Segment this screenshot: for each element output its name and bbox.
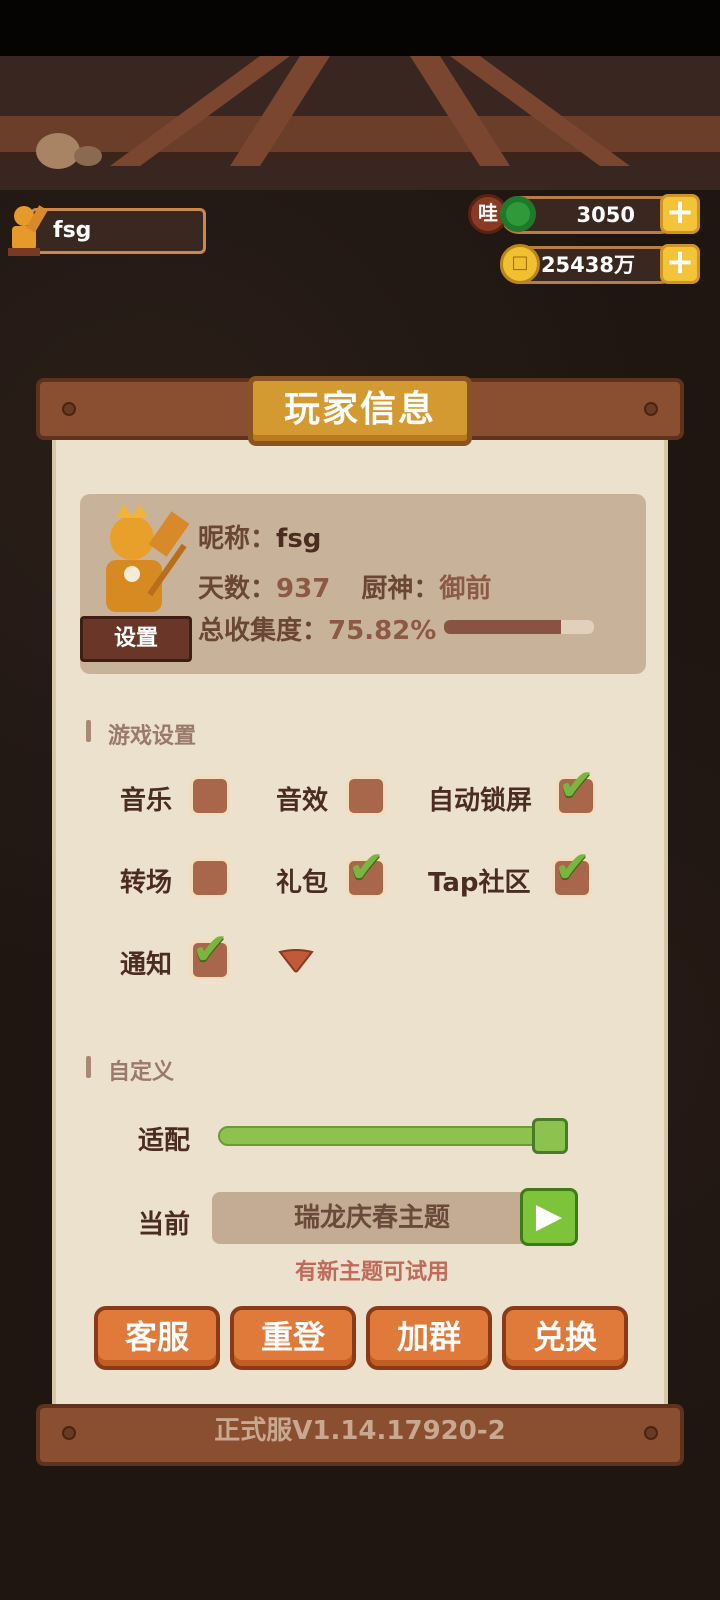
- redeem-button[interactable]: 兑换: [502, 1306, 628, 1370]
- option-label: Tap社区: [428, 868, 531, 898]
- section-marker: [86, 1056, 91, 1078]
- nickname-label: 昵称：: [198, 524, 277, 554]
- checkmark-icon: ✔: [348, 842, 385, 893]
- settings-button[interactable]: 设置: [80, 616, 192, 662]
- roof-rafters: [0, 56, 720, 190]
- expand-arrow-icon[interactable]: [278, 948, 314, 974]
- theme-next-button[interactable]: ▶: [520, 1188, 578, 1246]
- days-label: 天数：: [198, 574, 277, 604]
- chef-label: 厨神：: [361, 574, 440, 604]
- bolt-icon: [644, 402, 658, 416]
- option-label: 转场: [120, 868, 173, 898]
- bolt-icon: [62, 402, 76, 416]
- add-coin-button[interactable]: +: [660, 244, 700, 284]
- customer-service-button[interactable]: 客服: [94, 1306, 220, 1370]
- play-icon: ▶: [535, 1196, 563, 1236]
- option-label: 自动锁屏: [428, 786, 533, 816]
- plus-icon: +: [665, 242, 695, 282]
- section-marker: [86, 720, 91, 742]
- collection-label: 总收集度：: [198, 616, 329, 646]
- current-theme-label: 当前: [138, 1210, 191, 1240]
- plus-icon: +: [665, 192, 695, 232]
- player-name: fsg: [53, 218, 92, 243]
- collection-progress-fill: [444, 620, 561, 634]
- add-jade-button[interactable]: +: [660, 194, 700, 234]
- option-checkbox[interactable]: [346, 776, 386, 816]
- nickname-value: fsg: [276, 524, 322, 554]
- join-group-button[interactable]: 加群: [366, 1306, 492, 1370]
- option-checkbox[interactable]: [190, 858, 230, 898]
- custom-title: 自定义: [108, 1060, 175, 1085]
- option-label: 通知: [120, 950, 173, 980]
- fit-slider-handle[interactable]: [532, 1118, 568, 1154]
- checkmark-icon: ✔: [554, 842, 591, 893]
- option-label: 音效: [276, 786, 329, 816]
- settings-label: 设置: [113, 626, 158, 651]
- collection-row: 总收集度：75.82%: [198, 610, 436, 647]
- relogin-button[interactable]: 重登: [230, 1306, 356, 1370]
- jade-amount: 3050: [576, 203, 635, 227]
- fit-slider[interactable]: [218, 1126, 564, 1146]
- player-avatar-icon[interactable]: [4, 200, 48, 256]
- chef-statue-avatar-icon: [106, 504, 190, 612]
- collection-value: 75.82%: [328, 616, 437, 646]
- gold-coin-icon: □: [500, 244, 540, 284]
- checkmark-icon: ✔: [192, 924, 229, 975]
- days-value: 937: [276, 574, 331, 604]
- collection-progress-bar: [444, 620, 594, 634]
- status-bar-area: [0, 0, 720, 56]
- jade-coin-icon: [500, 196, 536, 232]
- option-label: 音乐: [120, 786, 173, 816]
- chef-value: 御前: [439, 574, 492, 604]
- checkmark-icon: ✔: [558, 760, 595, 811]
- fit-label: 适配: [138, 1126, 191, 1156]
- nickname-row: 昵称：fsg: [198, 518, 321, 555]
- option-checkbox[interactable]: [190, 776, 230, 816]
- player-name-plate[interactable]: fsg: [30, 208, 206, 254]
- panel-title: 玩家信息: [248, 376, 472, 446]
- option-label: 礼包: [276, 868, 329, 898]
- rafters-illustration: [0, 56, 720, 169]
- new-theme-hint: 有新主题可试用: [294, 1260, 449, 1285]
- version-label: 正式服V1.14.17920-2: [214, 1416, 506, 1446]
- days-row: 天数：937 厨神：御前: [198, 568, 491, 605]
- current-theme-field[interactable]: 瑞龙庆春主题: [212, 1192, 532, 1244]
- jade-badge-text: 哇: [478, 201, 498, 225]
- coin-amount: 25438万: [540, 253, 635, 277]
- game-settings-title: 游戏设置: [108, 724, 197, 749]
